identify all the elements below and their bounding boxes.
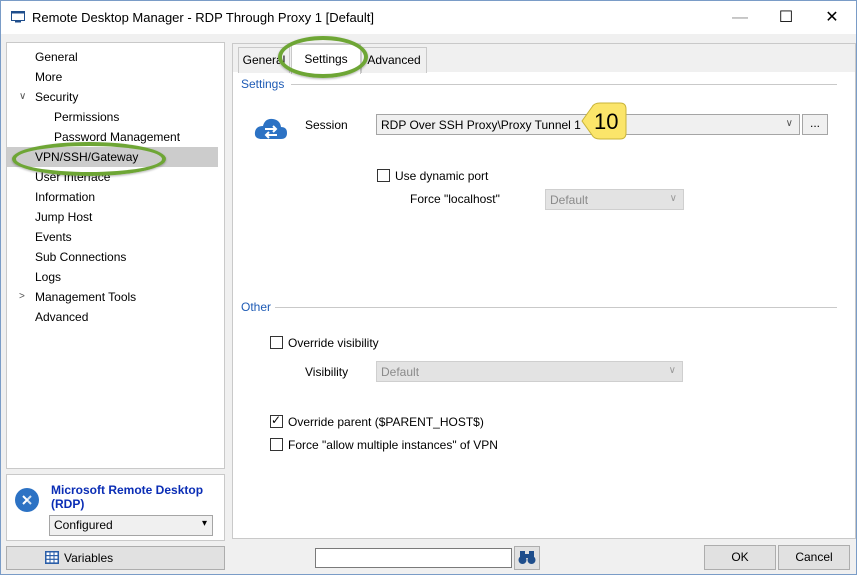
chevron-down-icon: ∨: [669, 193, 677, 204]
chevron-right-icon[interactable]: >: [19, 287, 29, 307]
window-title: Remote Desktop Manager - RDP Through Pro…: [32, 10, 375, 25]
settings-tab-highlight-ring: [278, 36, 368, 78]
nav-item-security[interactable]: ∨ Security: [7, 87, 218, 107]
use-dynamic-port-checkbox[interactable]: [377, 169, 390, 182]
nav-item-advanced[interactable]: Advanced: [7, 307, 218, 327]
entry-status-select[interactable]: Configured ▾: [49, 515, 213, 536]
nav-item-information[interactable]: Information: [7, 187, 218, 207]
binoculars-icon: [518, 551, 536, 564]
nav-item-label: Permissions: [54, 110, 120, 124]
tab-control: General Advanced Settings Settings Sessi…: [232, 43, 856, 539]
entry-type-title: Microsoft Remote Desktop (RDP): [51, 483, 204, 511]
visibility-select[interactable]: Default ∨: [376, 361, 683, 382]
session-browse-button[interactable]: ...: [802, 114, 828, 135]
force-localhost-value: Default: [550, 193, 589, 207]
visibility-value: Default: [381, 365, 420, 379]
nav-item-label: Advanced: [35, 310, 89, 324]
cancel-button[interactable]: Cancel: [778, 545, 850, 570]
nav-item-sub-connections[interactable]: Sub Connections: [7, 247, 218, 267]
chevron-down-icon: ∨: [668, 365, 676, 376]
app-window: Remote Desktop Manager - RDP Through Pro…: [0, 0, 857, 575]
minimize-button[interactable]: —: [717, 1, 763, 34]
ok-button[interactable]: OK: [704, 545, 776, 570]
nav-item-label: Jump Host: [35, 210, 93, 224]
checkmark-icon: ✓: [271, 413, 282, 427]
maximize-button[interactable]: ☐: [763, 1, 809, 34]
close-button[interactable]: ✕: [809, 1, 855, 34]
nav-item-label: Information: [35, 190, 96, 204]
nav-item-label: Sub Connections: [35, 250, 127, 264]
session-select-value: RDP Over SSH Proxy\Proxy Tunnel 1: [381, 118, 581, 132]
other-section-label: Other: [241, 300, 272, 314]
step-callout-number: 10: [594, 109, 619, 134]
nav-item-jump-host[interactable]: Jump Host: [7, 207, 218, 227]
nav-item-general[interactable]: General: [7, 47, 218, 67]
nav-item-more[interactable]: More: [7, 67, 218, 87]
chevron-down-icon: ▾: [201, 518, 207, 529]
nav-item-label: Management Tools: [35, 290, 137, 304]
force-multiple-instances-label: Force "allow multiple instances" of VPN: [288, 438, 498, 452]
search-input[interactable]: [315, 548, 512, 568]
title-bar[interactable]: Remote Desktop Manager - RDP Through Pro…: [1, 1, 856, 34]
chevron-down-icon[interactable]: ∨: [19, 87, 29, 107]
override-visibility-label: Override visibility: [288, 336, 379, 350]
nav-item-events[interactable]: Events: [7, 227, 218, 247]
nav-item-label: More: [35, 70, 63, 84]
force-localhost-select[interactable]: Default ∨: [545, 189, 684, 210]
use-dynamic-port-label: Use dynamic port: [395, 169, 489, 183]
variables-button[interactable]: Variables: [6, 546, 225, 570]
rdp-icon: [15, 488, 39, 512]
tab-label: Advanced: [367, 53, 421, 67]
nav-item-label: Security: [35, 90, 79, 104]
rdm-app-icon: [11, 11, 25, 23]
override-parent-checkbox[interactable]: ✓: [270, 413, 283, 428]
override-visibility-checkbox[interactable]: [270, 336, 283, 349]
nav-item-logs[interactable]: Logs: [7, 267, 218, 287]
settings-section-label: Settings: [241, 77, 285, 91]
chevron-down-icon: ∨: [785, 118, 793, 129]
session-label: Session: [305, 118, 348, 132]
force-localhost-label: Force "localhost": [410, 192, 500, 206]
nav-item-label: Events: [35, 230, 72, 244]
visibility-label: Visibility: [305, 365, 349, 379]
nav-item-label: Logs: [35, 270, 62, 284]
vpn-item-highlight-ring: [12, 142, 166, 176]
tab-advanced[interactable]: Advanced: [361, 47, 427, 73]
variables-label: Variables: [64, 551, 114, 565]
section-divider: [291, 84, 837, 85]
nav-item-permissions[interactable]: Permissions: [7, 107, 218, 127]
override-parent-label: Override parent ($PARENT_HOST$): [288, 415, 484, 429]
force-multiple-instances-checkbox[interactable]: [270, 438, 283, 451]
variables-grid-icon: [45, 551, 59, 564]
nav-item-label: General: [35, 50, 78, 64]
find-button[interactable]: [514, 546, 540, 570]
entry-status-value: Configured: [54, 518, 113, 532]
section-divider: [275, 307, 837, 308]
entry-type-panel: Microsoft Remote Desktop (RDP) Configure…: [6, 474, 225, 541]
nav-item-management-tools[interactable]: > Management Tools: [7, 287, 218, 307]
session-cloud-icon: [254, 118, 287, 139]
navigation-tree: General More ∨ Security Permissions Pass…: [6, 42, 225, 469]
